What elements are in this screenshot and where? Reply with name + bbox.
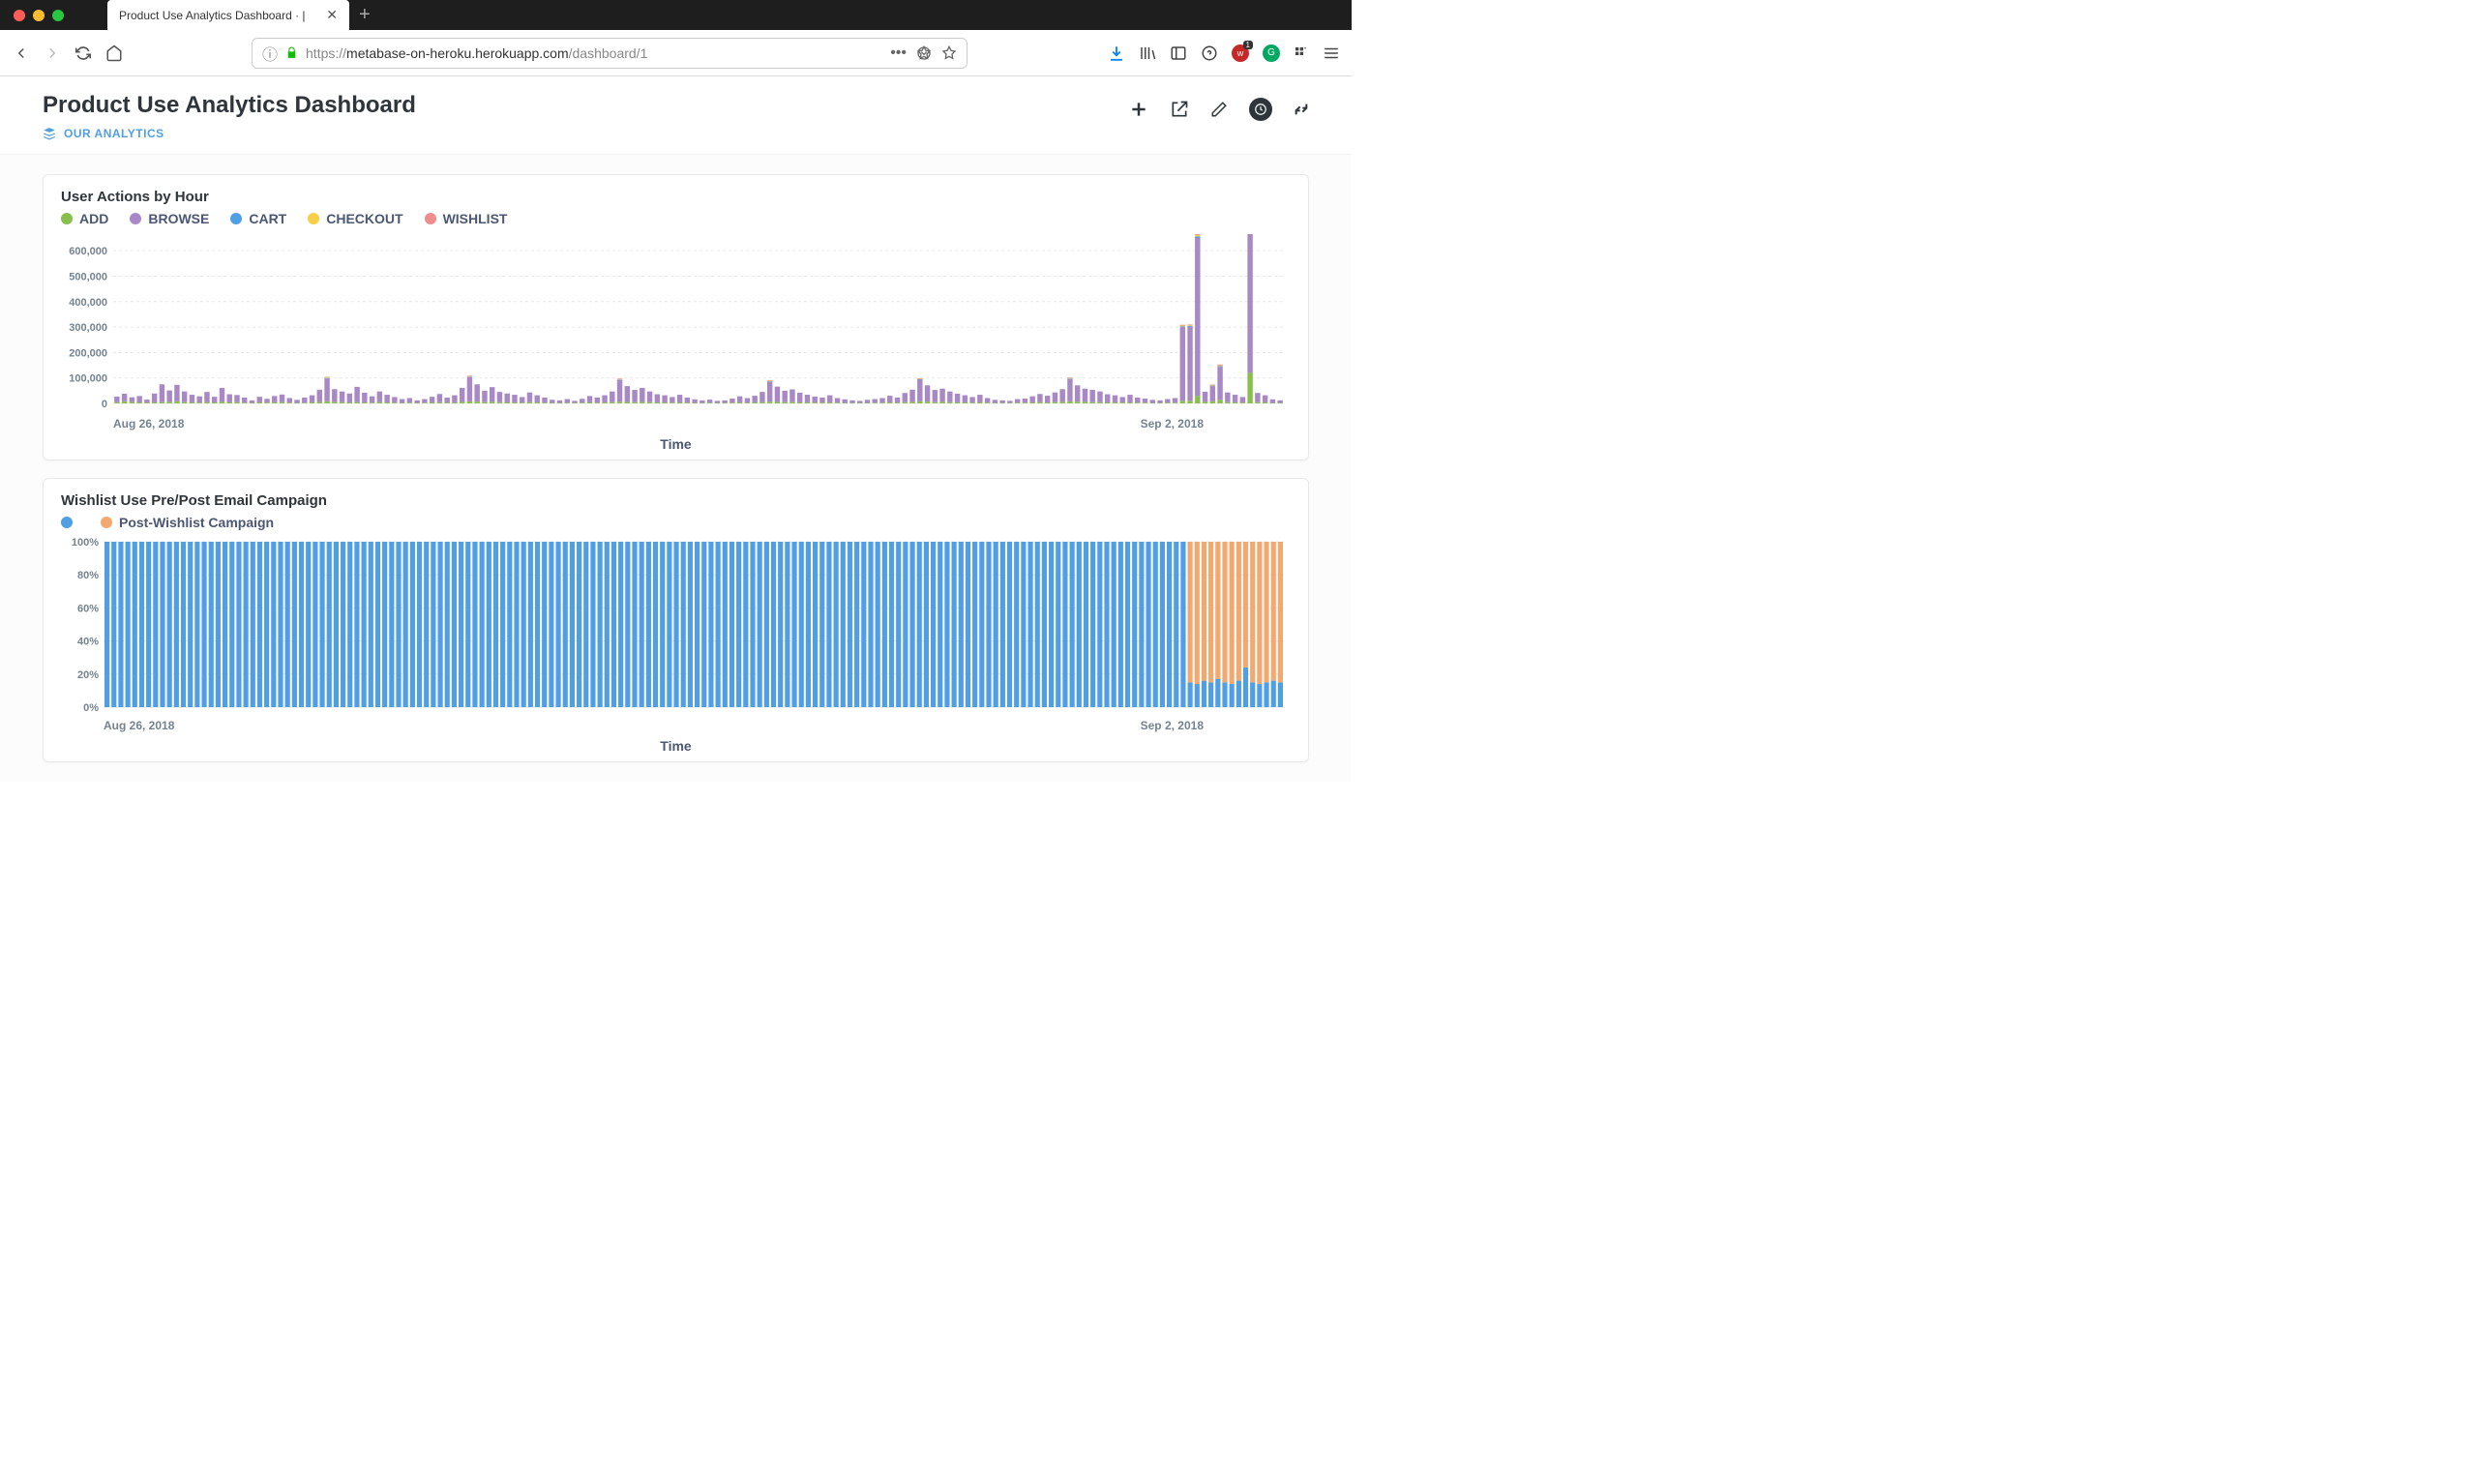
swatch-icon (130, 213, 141, 224)
lock-icon (285, 46, 298, 59)
info-icon[interactable]: ⓘ (262, 42, 278, 65)
legend: ADD BROWSE CART CHECKOUT WISHLIST (61, 211, 1291, 226)
extension-red-icon[interactable]: w1 (1232, 45, 1249, 62)
more-icon[interactable]: ••• (890, 45, 907, 62)
swatch-icon (61, 213, 73, 224)
swatch-icon (101, 517, 112, 528)
pocket-icon[interactable] (916, 45, 932, 61)
bookmark-icon[interactable] (941, 45, 957, 61)
apps-icon[interactable] (1294, 45, 1309, 61)
home-button[interactable] (104, 44, 124, 63)
xtick: Aug 26, 2018 (104, 719, 174, 732)
svg-text:600,000: 600,000 (69, 246, 107, 257)
legend-item-checkout[interactable]: CHECKOUT (308, 211, 402, 226)
svg-text:100,000: 100,000 (69, 373, 107, 385)
swatch-icon (308, 213, 319, 224)
tab-title: Product Use Analytics Dashboard · | (119, 9, 318, 22)
dashboard-header: Product Use Analytics Dashboard OUR ANAL… (0, 76, 1352, 155)
close-window-button[interactable] (14, 10, 25, 21)
collection-icon (43, 127, 56, 140)
svg-text:40%: 40% (77, 637, 99, 648)
legend-item-add[interactable]: ADD (61, 211, 108, 226)
svg-text:300,000: 300,000 (69, 322, 107, 334)
forward-button[interactable] (43, 44, 62, 63)
svg-text:500,000: 500,000 (69, 271, 107, 282)
download-icon[interactable] (1108, 45, 1125, 62)
legend-item-browse[interactable]: BROWSE (130, 211, 209, 226)
page-title: Product Use Analytics Dashboard (43, 92, 416, 119)
card-title: User Actions by Hour (61, 189, 1291, 205)
legend: Post-Wishlist Campaign (61, 515, 1291, 530)
minimize-window-button[interactable] (33, 10, 45, 21)
swatch-icon (230, 213, 242, 224)
help-icon[interactable] (1201, 45, 1218, 62)
card-wishlist-campaign[interactable]: Wishlist Use Pre/Post Email Campaign Pos… (43, 478, 1309, 762)
svg-text:200,000: 200,000 (69, 347, 107, 359)
extension-green-icon[interactable]: G (1263, 45, 1280, 62)
svg-text:400,000: 400,000 (69, 297, 107, 309)
svg-text:80%: 80% (77, 570, 99, 581)
legend-item-cart[interactable]: CART (230, 211, 286, 226)
xtick: Sep 2, 2018 (1141, 719, 1204, 732)
chart-canvas: 0% 20% 40% 60% 80% 100% (61, 538, 1290, 717)
library-icon[interactable] (1139, 45, 1156, 62)
svg-text:0: 0 (102, 399, 107, 410)
browser-tab[interactable]: Product Use Analytics Dashboard · | ✕ (107, 0, 349, 30)
card-title: Wishlist Use Pre/Post Email Campaign (61, 492, 1291, 509)
axis-label: Time (61, 436, 1291, 452)
header-actions (1129, 98, 1309, 121)
new-tab-button[interactable]: + (359, 4, 371, 26)
add-button[interactable] (1129, 100, 1148, 119)
svg-text:0%: 0% (83, 702, 99, 714)
xtick: Aug 26, 2018 (113, 417, 184, 430)
sidebar-icon[interactable] (1170, 45, 1187, 62)
legend-item-post[interactable]: Post-Wishlist Campaign (101, 515, 274, 530)
chart-canvas: 0 100,000 200,000 300,000 400,000 500,000 600,… (61, 234, 1290, 413)
maximize-window-button[interactable] (52, 10, 64, 21)
breadcrumb-label: OUR ANALYTICS (64, 127, 164, 140)
reload-button[interactable] (74, 44, 93, 63)
back-button[interactable] (12, 44, 31, 63)
edit-button[interactable] (1210, 101, 1228, 118)
legend-item-blank[interactable] (61, 517, 79, 528)
axis-label: Time (61, 738, 1291, 754)
dashboard-body: User Actions by Hour ADD BROWSE CART CHE… (0, 155, 1352, 782)
legend-item-wishlist[interactable]: WISHLIST (425, 211, 508, 226)
menu-icon[interactable] (1323, 45, 1340, 62)
close-tab-icon[interactable]: ✕ (326, 7, 338, 23)
browser-tab-strip: Product Use Analytics Dashboard · | ✕ + (0, 0, 1352, 30)
move-button[interactable] (1170, 100, 1189, 119)
svg-text:20%: 20% (77, 669, 99, 681)
auto-refresh-button[interactable] (1249, 98, 1272, 121)
url-text: https://metabase-on-heroku.herokuapp.com… (306, 45, 882, 61)
fullscreen-button[interactable] (1294, 102, 1309, 117)
breadcrumb[interactable]: OUR ANALYTICS (43, 127, 416, 140)
window-controls (14, 10, 64, 21)
swatch-icon (61, 517, 73, 528)
svg-text:60%: 60% (77, 603, 99, 614)
svg-text:100%: 100% (72, 538, 99, 549)
swatch-icon (425, 213, 436, 224)
card-user-actions[interactable]: User Actions by Hour ADD BROWSE CART CHE… (43, 174, 1309, 460)
address-bar[interactable]: ⓘ https://metabase-on-heroku.herokuapp.c… (252, 38, 968, 69)
xtick: Sep 2, 2018 (1141, 417, 1204, 430)
browser-toolbar: ⓘ https://metabase-on-heroku.herokuapp.c… (0, 30, 1352, 76)
